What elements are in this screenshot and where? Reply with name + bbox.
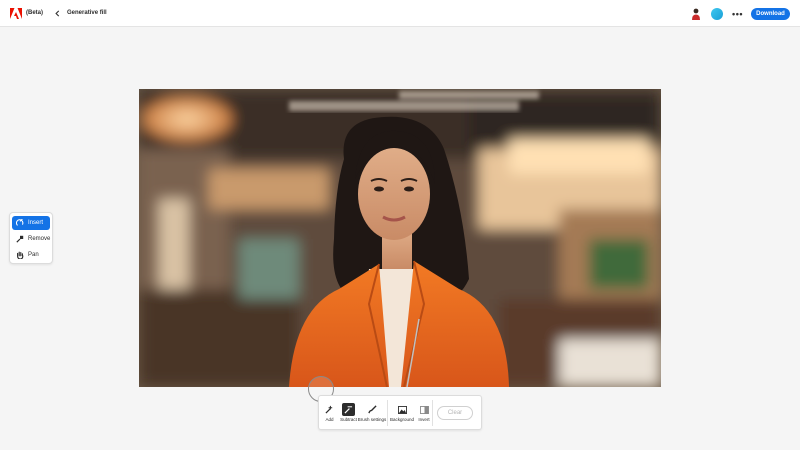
avatar[interactable] xyxy=(711,7,724,20)
tool-remove[interactable]: Remove xyxy=(12,232,50,246)
tool-insert-label: Insert xyxy=(28,220,44,226)
invert-icon xyxy=(418,403,431,416)
invert-button[interactable]: Invert xyxy=(416,398,432,428)
back-button[interactable] xyxy=(53,9,61,17)
image-icon xyxy=(396,403,409,416)
portrait-photo xyxy=(139,89,661,387)
brush-settings-button[interactable]: Brush settings xyxy=(357,398,387,428)
brush-subtract-icon xyxy=(342,403,355,416)
subtract-button[interactable]: Subtract xyxy=(340,398,357,428)
brush-add-icon xyxy=(323,403,336,416)
brush-settings-label: Brush settings xyxy=(357,417,387,422)
page-title: Generative fill xyxy=(67,10,107,16)
header-actions: ••• Download xyxy=(689,0,790,27)
more-options-button[interactable]: ••• xyxy=(732,9,743,19)
person-icon xyxy=(692,8,701,20)
add-label: Add xyxy=(325,417,334,422)
toolbar-divider xyxy=(432,399,433,426)
insert-icon xyxy=(16,219,24,227)
tool-insert[interactable]: Insert xyxy=(12,216,50,230)
download-button[interactable]: Download xyxy=(751,7,790,20)
remove-icon xyxy=(16,235,24,243)
chevron-left-icon xyxy=(55,9,60,17)
tool-pan-label: Pan xyxy=(28,252,39,258)
brush-icon xyxy=(366,403,379,416)
beta-label: (Beta) xyxy=(26,10,44,16)
hand-icon xyxy=(16,251,24,259)
background-button[interactable]: Background xyxy=(388,398,416,428)
image-canvas[interactable] xyxy=(139,89,661,387)
adobe-logo-icon xyxy=(10,7,22,19)
clear-button[interactable]: Clear xyxy=(437,405,473,420)
tool-remove-label: Remove xyxy=(28,236,51,242)
add-button[interactable]: Add xyxy=(319,398,340,428)
background-label: Background xyxy=(389,417,415,422)
selection-toolbar: Add Subtract Brush settings Background I… xyxy=(318,395,482,430)
tool-panel: Insert Remove Pan xyxy=(9,212,53,264)
tool-pan[interactable]: Pan xyxy=(12,248,50,262)
app-header: (Beta) Generative fill ••• Download xyxy=(0,0,800,27)
invert-label: Invert xyxy=(418,417,430,422)
subtract-label: Subtract xyxy=(340,417,357,422)
profile-picture[interactable] xyxy=(689,6,704,21)
